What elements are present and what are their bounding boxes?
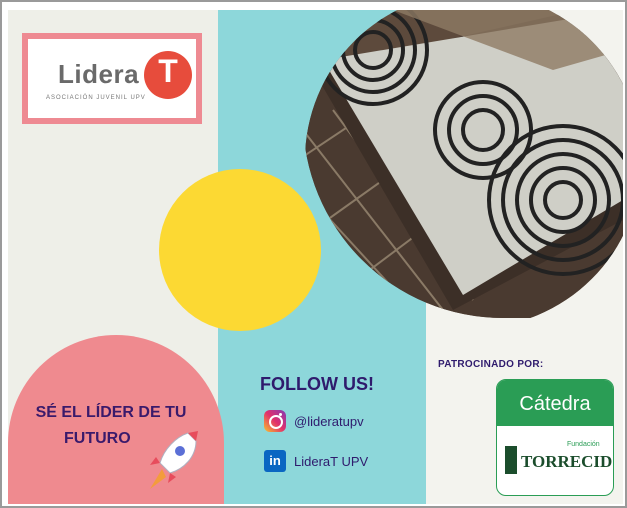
- liderat-logo: Lidera T ASOCIACIÓN JUVENIL UPV: [22, 33, 202, 124]
- logo-subtitle: ASOCIACIÓN JUVENIL UPV: [46, 95, 146, 101]
- logo-name: Lidera: [58, 59, 140, 89]
- sponsor-logo: Cátedra Fundación TORRECID: [496, 379, 614, 496]
- instagram-icon: [264, 410, 286, 432]
- slogan-line-1: SÉ EL LÍDER DE TU: [35, 404, 187, 421]
- poster: Lidera T ASOCIACIÓN JUVENIL UPV SÉ EL LÍ…: [0, 0, 627, 508]
- company-name: TORRECID: [521, 452, 613, 471]
- sponsor-label: PATROCINADO POR:: [438, 359, 544, 370]
- instagram-link[interactable]: @lideratupv: [264, 410, 364, 432]
- linkedin-link[interactable]: in LideraT UPV: [264, 450, 368, 472]
- logo-letter: T: [158, 53, 178, 89]
- linkedin-icon: in: [264, 450, 286, 472]
- follow-us-title: FOLLOW US!: [260, 374, 374, 394]
- rocket-icon: [150, 431, 198, 489]
- catedra-label: Cátedra: [497, 380, 613, 426]
- linkedin-handle: LideraT UPV: [294, 453, 369, 469]
- instagram-handle: @lideratupv: [294, 413, 364, 429]
- fundacion-label: Fundación: [567, 441, 600, 448]
- torrecid-emblem: [505, 446, 517, 474]
- yellow-circle-decoration: [159, 169, 321, 331]
